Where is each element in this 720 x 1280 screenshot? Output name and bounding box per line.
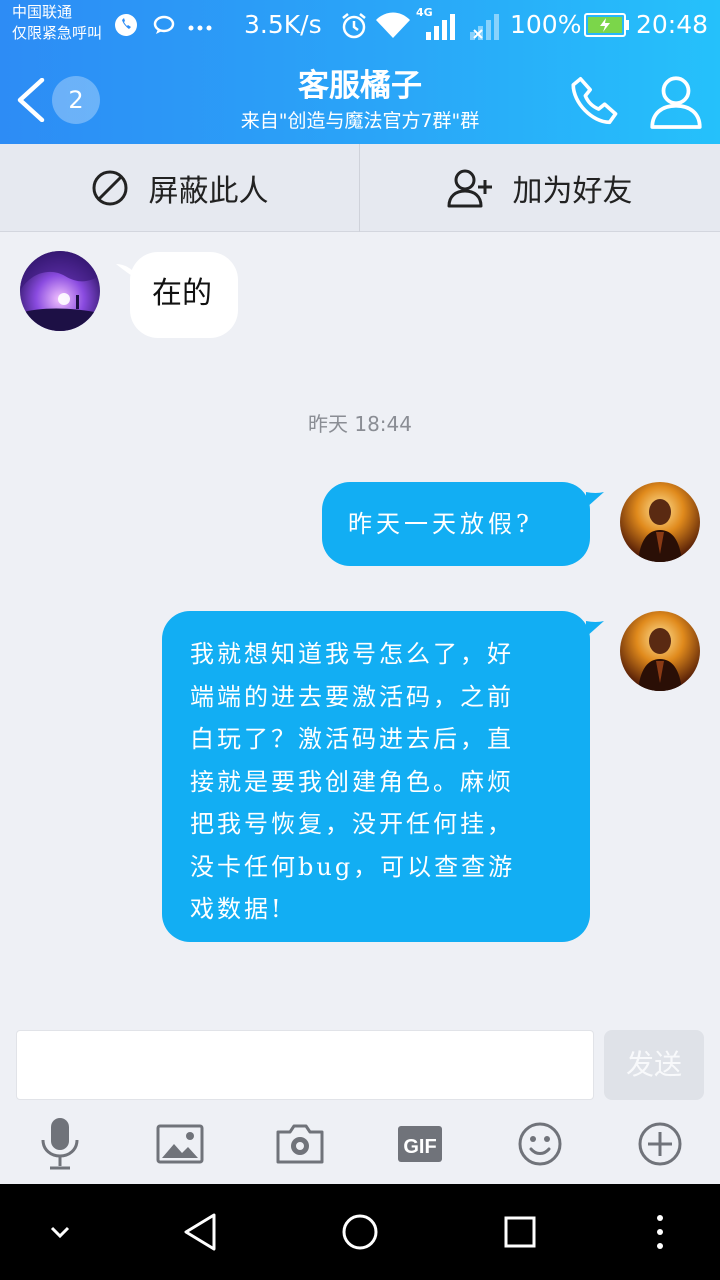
profile-icon <box>650 76 702 129</box>
carrier-info: 中国联通 仅限紧急呼叫 <box>12 2 102 44</box>
plus-icon <box>638 1122 682 1166</box>
message-line: 没卡任何bug，可以查查游 <box>190 852 516 881</box>
title-bar: 2 客服橘子 来自"创造与魔法官方7群"群 <box>0 50 720 144</box>
nav-back-icon <box>184 1213 216 1251</box>
microphone-icon <box>41 1118 79 1170</box>
nav-recent-button[interactable] <box>490 1202 550 1262</box>
gif-label: GIF <box>403 1136 436 1158</box>
carrier-status: 仅限紧急呼叫 <box>12 24 103 42</box>
message-text: 昨天一天放假? <box>348 510 533 538</box>
battery-level: 100% <box>510 10 582 39</box>
phone-signal-icon <box>114 13 138 41</box>
gif-icon: GIF <box>398 1126 442 1162</box>
message-line: 接就是要我创建角色。麻烦 <box>190 767 514 796</box>
message-text: 在的 <box>152 276 212 311</box>
carrier-name: 中国联通 <box>12 3 73 21</box>
unread-badge: 2 <box>52 76 100 124</box>
phone-icon <box>571 77 618 125</box>
add-friend-button[interactable]: 加为好友 <box>360 144 719 232</box>
camera-icon <box>276 1124 324 1164</box>
wifi-icon <box>376 12 410 42</box>
nav-collapse-button[interactable] <box>30 1202 90 1262</box>
outgoing-message[interactable]: 昨天一天放假? <box>322 482 590 566</box>
more-dots-icon <box>188 17 212 36</box>
chat-icon <box>152 14 176 40</box>
header: 中国联通 仅限紧急呼叫 3.5K/s 4G 100% 20:48 2 客服橘子 … <box>0 0 720 144</box>
emoji-icon <box>518 1122 562 1166</box>
nav-home-icon <box>342 1214 378 1250</box>
chat-title: 客服橘子 <box>298 68 422 104</box>
message-line: 把我号恢复，没开任何挂， <box>190 810 514 838</box>
back-button[interactable]: 2 <box>12 72 102 128</box>
message-input[interactable] <box>16 1030 594 1100</box>
my-avatar[interactable] <box>620 482 700 562</box>
nav-recent-icon <box>504 1216 536 1248</box>
more-button[interactable] <box>630 1116 690 1172</box>
net-speed: 3.5K/s <box>244 10 322 39</box>
profile-button[interactable] <box>646 72 706 132</box>
other-avatar[interactable] <box>20 251 100 331</box>
navigation-bar <box>0 1184 720 1280</box>
action-bar: 屏蔽此人 加为好友 <box>0 144 720 232</box>
call-button[interactable] <box>566 74 624 132</box>
outgoing-message[interactable]: 我就想知道我号怎么了，好 端端的进去要激活码，之前 白玩了？激活码进去后，直 接… <box>162 611 590 942</box>
block-user-button[interactable]: 屏蔽此人 <box>0 144 359 232</box>
nav-collapse-icon <box>50 1226 70 1239</box>
alarm-icon <box>340 12 368 44</box>
nav-home-button[interactable] <box>330 1202 390 1262</box>
camera-button[interactable] <box>270 1116 330 1172</box>
block-icon <box>92 170 127 206</box>
message-line: 戏数据! <box>190 895 284 923</box>
message-line: 白玩了？激活码进去后，直 <box>190 725 514 753</box>
bubble-tail <box>586 621 604 637</box>
message-line: 端端的进去要激活码，之前 <box>190 682 514 711</box>
send-button[interactable]: 发送 <box>604 1030 704 1100</box>
message-line: 我就想知道我号怎么了，好 <box>190 640 514 668</box>
signal-empty-icon <box>468 12 502 44</box>
my-avatar[interactable] <box>620 611 700 691</box>
add-friend-label: 加为好友 <box>512 174 633 209</box>
chat-subtitle: 来自"创造与魔法官方7群"群 <box>240 110 480 132</box>
status-bar: 中国联通 仅限紧急呼叫 3.5K/s 4G 100% 20:48 <box>0 0 720 50</box>
clock: 20:48 <box>636 10 709 39</box>
voice-button[interactable] <box>30 1116 90 1172</box>
incoming-message[interactable]: 在的 <box>130 252 238 338</box>
signal-icon <box>424 12 458 44</box>
gif-button[interactable]: GIF <box>390 1116 450 1172</box>
image-icon <box>156 1124 204 1164</box>
image-button[interactable] <box>150 1116 210 1172</box>
nav-back-button[interactable] <box>170 1202 230 1262</box>
emoji-button[interactable] <box>510 1116 570 1172</box>
nav-menu-button[interactable] <box>630 1202 690 1262</box>
timestamp: 昨天 18:44 <box>308 412 412 436</box>
block-user-label: 屏蔽此人 <box>148 174 269 209</box>
input-bar: 发送 GIF <box>0 1016 720 1184</box>
message-text: 我就想知道我号怎么了，好 端端的进去要激活码，之前 白玩了？激活码进去后，直 接… <box>190 633 515 931</box>
add-friend-icon <box>447 169 492 208</box>
nav-menu-icon <box>657 1215 663 1249</box>
back-icon <box>17 78 45 122</box>
battery-icon <box>584 13 630 41</box>
bubble-tail <box>586 492 604 508</box>
